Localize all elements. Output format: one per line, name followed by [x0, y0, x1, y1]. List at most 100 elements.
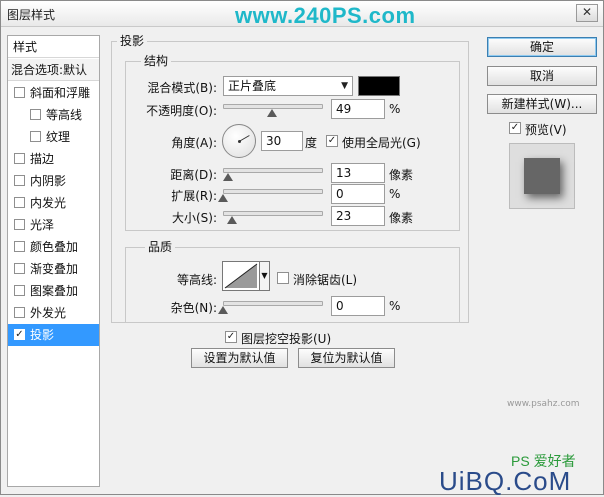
ok-button[interactable]: 确定: [487, 37, 597, 57]
make-default-button[interactable]: 设置为默认值: [191, 348, 288, 368]
opacity-slider-thumb[interactable]: [267, 109, 277, 117]
contour-picker[interactable]: [222, 261, 260, 291]
layer-knockout-checkbox[interactable]: ✓: [225, 331, 237, 343]
style-list-item[interactable]: 等高线: [8, 104, 99, 126]
distance-input[interactable]: 13: [331, 163, 385, 183]
style-item-label: 等高线: [46, 108, 83, 122]
style-item-checkbox[interactable]: [30, 131, 41, 142]
preview-label[interactable]: 预览(V): [525, 121, 567, 138]
noise-input[interactable]: 0: [331, 296, 385, 316]
size-input[interactable]: 23: [331, 206, 385, 226]
layer-knockout-label[interactable]: 图层挖空投影(U): [241, 330, 331, 347]
uibq-watermark: UiBQ.CoM: [439, 466, 572, 496]
size-slider-thumb[interactable]: [227, 216, 237, 224]
style-list-item[interactable]: 渐变叠加: [8, 258, 99, 280]
title-bar[interactable]: 图层样式 www.240PS.com ✕: [1, 1, 603, 28]
style-list-item[interactable]: 纹理: [8, 126, 99, 148]
style-item-label: 投影: [30, 328, 55, 342]
close-button[interactable]: ✕: [576, 4, 598, 22]
checkmark-icon: ✓: [510, 122, 520, 133]
preview-checkbox[interactable]: ✓: [509, 122, 521, 134]
style-item-checkbox[interactable]: [30, 109, 41, 120]
spread-input[interactable]: 0: [331, 184, 385, 204]
chevron-down-icon: ▼: [261, 271, 268, 280]
shadow-color-swatch[interactable]: [358, 76, 400, 96]
style-item-checkbox[interactable]: [14, 219, 25, 230]
angle-dial[interactable]: [222, 124, 256, 158]
style-item-checkbox[interactable]: [14, 241, 25, 252]
style-item-label: 内阴影: [30, 174, 67, 188]
style-list-item[interactable]: 内阴影: [8, 170, 99, 192]
style-item-checkbox[interactable]: ✓: [14, 329, 25, 340]
size-unit: 像素: [389, 211, 414, 225]
blend-mode-select[interactable]: 正片叠底 ▼: [223, 76, 353, 96]
distance-slider[interactable]: [223, 168, 323, 173]
style-item-checkbox[interactable]: [14, 263, 25, 274]
noise-unit: %: [389, 299, 401, 313]
style-item-label: 渐变叠加: [30, 262, 79, 276]
structure-title: 结构: [141, 52, 172, 69]
style-item-checkbox[interactable]: [14, 153, 25, 164]
style-item-label: 内发光: [30, 196, 67, 210]
reset-default-button[interactable]: 复位为默认值: [298, 348, 395, 368]
new-style-button[interactable]: 新建样式(W)...: [487, 94, 597, 114]
spread-unit: %: [389, 187, 401, 201]
distance-slider-thumb[interactable]: [222, 173, 233, 181]
antialias-label[interactable]: 消除锯齿(L): [293, 271, 357, 288]
quality-title: 品质: [145, 238, 176, 255]
style-item-label: 描边: [30, 152, 55, 166]
style-preview-thumbnail: [509, 143, 575, 209]
style-list-item[interactable]: 图案叠加: [8, 280, 99, 302]
angle-dial-center: [238, 140, 241, 143]
antialias-checkbox[interactable]: [277, 272, 289, 284]
style-list-item[interactable]: 光泽: [8, 214, 99, 236]
style-list-item[interactable]: ✓ 投影: [8, 324, 99, 346]
global-light-checkbox[interactable]: ✓: [326, 135, 338, 147]
angle-unit: 度: [305, 136, 318, 150]
style-item-checkbox[interactable]: [14, 175, 25, 186]
spread-label: 扩展(R):: [171, 189, 217, 203]
style-list: 样式 混合选项:默认 斜面和浮雕等高线纹理描边内阴影内发光光泽颜色叠加渐变叠加图…: [7, 35, 100, 487]
contour-dropdown-button[interactable]: ▼: [260, 261, 270, 291]
blend-mode-value: 正片叠底: [228, 79, 277, 93]
style-item-label: 图案叠加: [30, 284, 79, 298]
global-light-label[interactable]: 使用全局光(G): [342, 134, 421, 151]
size-slider[interactable]: [223, 211, 323, 216]
angle-input[interactable]: 30: [261, 131, 303, 151]
contour-curve-icon: [224, 263, 258, 289]
noise-label: 杂色(N):: [170, 301, 217, 315]
contour-label: 等高线:: [176, 273, 217, 287]
site-watermark: www.240PS.com: [235, 3, 416, 28]
style-item-checkbox[interactable]: [14, 307, 25, 318]
style-list-item[interactable]: 颜色叠加: [8, 236, 99, 258]
spread-slider-thumb[interactable]: [218, 194, 228, 202]
noise-slider[interactable]: [223, 301, 323, 306]
drop-shadow-title: 投影: [117, 32, 148, 49]
blend-mode-label: 混合模式(B):: [147, 81, 217, 95]
dialog-title: 图层样式: [7, 8, 56, 22]
style-item-label: 外发光: [30, 306, 67, 320]
opacity-unit: %: [389, 102, 401, 116]
style-list-blend-options[interactable]: 混合选项:默认: [8, 59, 99, 81]
style-item-label: 光泽: [30, 218, 55, 232]
style-list-heading[interactable]: 样式: [8, 36, 99, 58]
noise-slider-thumb[interactable]: [218, 306, 228, 314]
spread-slider[interactable]: [223, 189, 323, 194]
close-icon: ✕: [581, 5, 593, 19]
style-item-checkbox[interactable]: [14, 285, 25, 296]
style-item-checkbox[interactable]: [14, 197, 25, 208]
cancel-button[interactable]: 取消: [487, 66, 597, 86]
size-label: 大小(S):: [171, 211, 217, 225]
style-list-item[interactable]: 斜面和浮雕: [8, 82, 99, 104]
style-list-item[interactable]: 外发光: [8, 302, 99, 324]
preview-shadow-square: [524, 158, 560, 194]
site-url-watermark: www.psahz.com: [507, 399, 580, 409]
style-list-item[interactable]: 内发光: [8, 192, 99, 214]
style-item-checkbox[interactable]: [14, 87, 25, 98]
opacity-input[interactable]: 49: [331, 99, 385, 119]
distance-label: 距离(D):: [170, 168, 217, 182]
distance-unit: 像素: [389, 168, 414, 182]
style-list-item[interactable]: 描边: [8, 148, 99, 170]
style-item-label: 颜色叠加: [30, 240, 79, 254]
opacity-label: 不透明度(O):: [146, 104, 217, 118]
